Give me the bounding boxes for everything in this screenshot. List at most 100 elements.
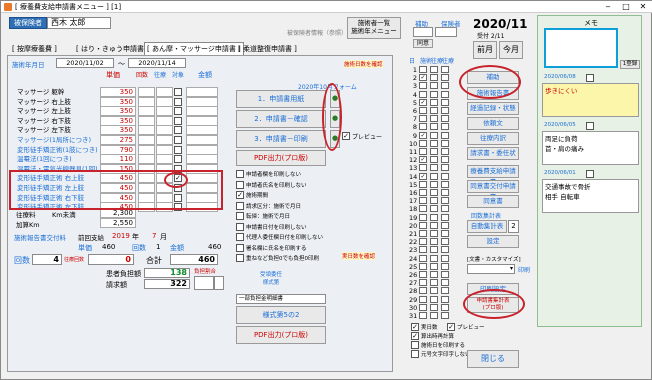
- extra-value[interactable]: 2,550: [100, 218, 136, 228]
- calendar-option-checkbox[interactable]: ✓: [447, 323, 455, 331]
- calendar-checkbox[interactable]: [441, 230, 449, 237]
- patient-info-button[interactable]: 被保険者情報（参照）: [287, 28, 347, 37]
- calendar-checkbox[interactable]: [430, 205, 438, 213]
- print-option-checkbox[interactable]: [236, 180, 244, 189]
- times-field[interactable]: [138, 106, 155, 117]
- tab-massage-fee[interactable]: [ 按摩療養費 ]: [10, 43, 59, 55]
- calendar-checkbox[interactable]: [419, 262, 427, 270]
- calendar-checkbox[interactable]: [419, 197, 427, 205]
- print-option-checkbox[interactable]: ✓: [236, 191, 244, 199]
- treatment-price[interactable]: 350: [100, 96, 136, 107]
- close-icon[interactable]: ✕: [635, 1, 651, 13]
- form5-button[interactable]: 様式第5の2: [236, 306, 326, 324]
- auto-count-button[interactable]: 自動集計表: [467, 220, 507, 233]
- times-field[interactable]: [138, 96, 155, 107]
- print-option-checkbox[interactable]: [236, 233, 244, 241]
- calendar-checkbox[interactable]: [419, 246, 427, 254]
- calendar-checkbox[interactable]: [441, 164, 449, 172]
- calendar-checkbox[interactable]: [430, 221, 438, 229]
- calendar-checkbox[interactable]: [441, 287, 449, 295]
- target-checkbox[interactable]: [174, 155, 182, 164]
- print-option-checkbox[interactable]: [236, 254, 244, 262]
- print-option-checkbox[interactable]: [236, 201, 244, 210]
- visit-detail-button[interactable]: 往療内訳: [467, 132, 519, 145]
- travel-field[interactable]: [156, 96, 173, 107]
- calendar-checkbox[interactable]: [430, 213, 438, 221]
- close-button[interactable]: 閉じる: [467, 350, 519, 368]
- tab-judo[interactable]: [ 柔道整復申請書 ]: [236, 43, 299, 55]
- calendar-checkbox[interactable]: [419, 205, 427, 213]
- calendar-checkbox[interactable]: [419, 82, 427, 90]
- target-checkbox[interactable]: [174, 126, 182, 135]
- switch-practitioner-button[interactable]: 施術者一覧 施術年メニュー: [347, 17, 401, 39]
- settings-button[interactable]: 設定: [467, 235, 519, 248]
- calendar-checkbox[interactable]: [419, 164, 427, 172]
- calendar-checkbox[interactable]: [419, 148, 427, 155]
- calendar-checkbox[interactable]: [419, 139, 427, 147]
- calendar-checkbox[interactable]: [441, 197, 449, 205]
- calendar-checkbox[interactable]: [430, 164, 438, 172]
- calendar-checkbox[interactable]: [419, 107, 427, 114]
- calendar-checkbox[interactable]: [441, 295, 449, 303]
- travel-field[interactable]: [156, 87, 173, 97]
- print-option-checkbox[interactable]: [236, 170, 244, 178]
- total-value[interactable]: 460: [170, 254, 218, 265]
- calendar-checkbox[interactable]: [419, 180, 427, 188]
- treatment-price[interactable]: 350: [100, 87, 136, 97]
- target-checkbox[interactable]: [174, 97, 182, 106]
- calendar-checkbox[interactable]: [419, 295, 427, 303]
- consent-button[interactable]: 同意書: [467, 195, 519, 208]
- calendar-checkbox[interactable]: ✓: [419, 98, 427, 106]
- calendar-checkbox[interactable]: [430, 148, 438, 155]
- maximize-icon[interactable]: □: [619, 1, 633, 13]
- memo-checkbox[interactable]: [586, 122, 594, 130]
- travel-field[interactable]: [156, 106, 173, 117]
- travel-field[interactable]: [156, 135, 173, 145]
- calendar-checkbox[interactable]: [430, 107, 438, 114]
- calendar-checkbox[interactable]: [430, 156, 438, 164]
- calendar-checkbox[interactable]: [430, 139, 438, 147]
- calendar-checkbox[interactable]: [441, 279, 449, 287]
- tab-massage-claim[interactable]: [ あん摩・マッサージ申請書 ]: [144, 42, 244, 56]
- calendar-checkbox[interactable]: [430, 303, 438, 311]
- calendar-option-checkbox[interactable]: [411, 350, 419, 358]
- calendar-checkbox[interactable]: [419, 90, 427, 98]
- calendar-checkbox[interactable]: [441, 90, 449, 98]
- days-value[interactable]: 4: [32, 254, 62, 265]
- tab-acupuncture[interactable]: [ はり・きゅう申請書 ]: [74, 43, 151, 55]
- claim-confirm-button[interactable]: 2．申請書－確認: [236, 110, 326, 128]
- target-checkbox[interactable]: [174, 136, 182, 144]
- calendar-checkbox[interactable]: [441, 189, 449, 196]
- calendar-checkbox[interactable]: [430, 312, 438, 319]
- progress-button[interactable]: 経過記録・状態: [467, 102, 519, 115]
- memo-checkbox[interactable]: [586, 170, 594, 178]
- calendar-checkbox[interactable]: [441, 221, 449, 229]
- calendar-checkbox[interactable]: [441, 303, 449, 311]
- calendar-option-checkbox[interactable]: ✓: [411, 323, 419, 331]
- zero-value[interactable]: 0: [88, 254, 134, 265]
- calendar-checkbox[interactable]: [430, 254, 438, 262]
- memo-note[interactable]: 両足に負荷 首・肩の痛み: [542, 131, 639, 165]
- period-to-field[interactable]: 2020/11/14: [128, 58, 186, 68]
- calendar-checkbox[interactable]: [430, 238, 438, 246]
- calendar-checkbox[interactable]: [430, 74, 438, 82]
- claim-paper-button[interactable]: 1．申請書用紙: [236, 90, 326, 108]
- calendar-checkbox[interactable]: ✓: [419, 172, 427, 180]
- invoice-button[interactable]: 請求書・委任状: [467, 147, 519, 160]
- print-option-checkbox[interactable]: [236, 222, 244, 231]
- calendar-checkbox[interactable]: [430, 230, 438, 237]
- treatment-price[interactable]: 110: [100, 154, 136, 165]
- calendar-checkbox[interactable]: [419, 279, 427, 287]
- calendar-checkbox[interactable]: [419, 287, 427, 295]
- this-month-button[interactable]: 今月: [499, 41, 523, 59]
- memo-input[interactable]: [544, 28, 618, 68]
- travel-field[interactable]: [156, 115, 173, 126]
- calendar-checkbox[interactable]: [441, 213, 449, 221]
- calendar-checkbox[interactable]: [419, 221, 427, 229]
- calendar-checkbox[interactable]: [441, 262, 449, 270]
- calendar-checkbox[interactable]: [430, 66, 438, 73]
- custom-print-button[interactable]: 印刷: [518, 265, 530, 274]
- preview-checkbox[interactable]: ✓: [342, 132, 350, 140]
- calendar-checkbox[interactable]: [430, 197, 438, 205]
- treatment-price[interactable]: 275: [100, 135, 136, 145]
